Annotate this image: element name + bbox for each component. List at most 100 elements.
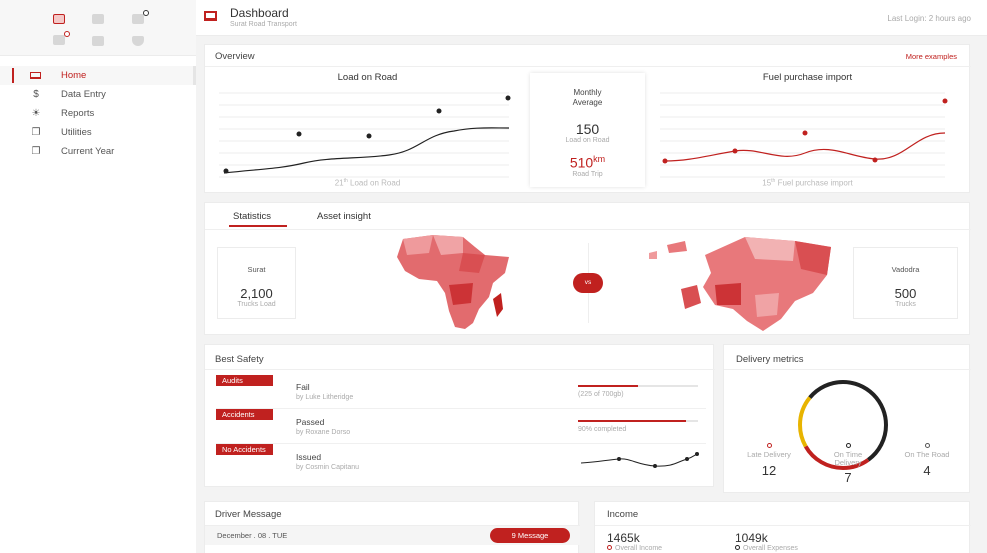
fuel-chart-caption: 15th Fuel purchase import [762, 178, 853, 188]
average-label: Average [572, 98, 603, 107]
overall-expenses-value: 1049k [735, 531, 768, 545]
status-dot-dark [845, 443, 851, 448]
status-dot-red [766, 443, 772, 448]
monthly-label: Monthly [573, 88, 602, 97]
income-title: Income [607, 509, 639, 520]
overall-income-label: Overall Income [607, 545, 662, 552]
africa-map [397, 235, 509, 329]
metric-label: Late Delivery [747, 450, 791, 459]
safety-row-title: Issued [296, 452, 322, 462]
load-value: 150 [575, 121, 600, 137]
sidebar-item-label: Utilities [61, 127, 92, 138]
statistics-panel: Statistics Asset insight Surat 2,100 Tru… [204, 202, 971, 335]
city-value: 500 [894, 286, 917, 301]
vs-badge: vs [573, 273, 603, 293]
tab-statistics[interactable]: Statistics [233, 211, 271, 222]
sidebar-item-utilities[interactable]: ❐ Utilities [0, 123, 196, 142]
metric-label: On The Road [904, 450, 950, 459]
progress-text: 90% completed [578, 426, 627, 433]
on-the-road-metric: On The Road 4 [888, 443, 966, 478]
no-accidents-tag: No Accidents [216, 444, 273, 455]
sidebar-quick-icons [0, 0, 196, 56]
city-unit: Trucks Load [237, 301, 276, 308]
on-time-delivery-metric: On Time Delivery 7 [813, 443, 883, 485]
page-subtitle: Surat Road Transport [230, 21, 297, 28]
surat-stat-card: Surat 2,100 Trucks Load [217, 247, 296, 319]
driver-message-panel: Driver Message December . 08 . TUE 9 Mes… [204, 501, 580, 553]
overview-title: Overview [215, 51, 255, 62]
copy-icon: ❐ [31, 146, 41, 157]
progress-fill [578, 420, 686, 422]
check-notification-icon[interactable] [53, 31, 70, 45]
income-panel: Income 1465k Overall Income 1049k Overal… [594, 501, 971, 553]
calendar-icon[interactable] [53, 14, 65, 24]
sidebar-nav: Home $ Data Entry ☀ Reports ❐ Utilities … [0, 66, 196, 161]
message-date: December . 08 . TUE [217, 531, 288, 540]
monthly-average-card: Monthly Average 150 Load on Road 510km R… [530, 73, 645, 187]
more-examples-link[interactable]: More examples [906, 52, 957, 61]
laptop-icon [29, 71, 41, 81]
metric-value: 4 [923, 463, 931, 478]
city-name: Surat [247, 265, 266, 274]
sidebar-item-label: Current Year [61, 146, 115, 157]
sidebar-item-home[interactable]: Home [0, 66, 196, 85]
fuel-chart-title: Fuel purchase import [762, 72, 853, 83]
progress-bar [578, 420, 698, 422]
sidebar-item-data-entry[interactable]: $ Data Entry [0, 85, 196, 104]
metric-value: 7 [844, 470, 852, 485]
top-bar: Dashboard Surat Road Transport Last Logi… [196, 0, 987, 36]
camera-icon[interactable] [92, 36, 104, 46]
page-title: Dashboard [230, 6, 289, 20]
late-delivery-metric: Late Delivery 12 [730, 443, 808, 478]
overall-income-value: 1465k [607, 531, 640, 545]
mail-notification-icon[interactable] [132, 10, 149, 24]
message-count-badge[interactable]: 9 Message [490, 528, 570, 543]
city-value: 2,100 [240, 286, 273, 301]
sidebar-item-current-year[interactable]: ❐ Current Year [0, 142, 196, 161]
load-chart-title: Load on Road [337, 72, 398, 83]
sidebar-item-label: Data Entry [61, 89, 106, 100]
safety-row-title: Fail [296, 382, 310, 392]
metric-label: On Time Delivery [833, 450, 863, 467]
overall-expenses-label: Overall Expenses [735, 545, 798, 552]
safety-row-title: Passed [296, 417, 325, 427]
sidebar-item-label: Reports [61, 108, 95, 119]
status-dot-gray [924, 443, 930, 448]
sun-icon: ☀ [31, 108, 41, 119]
best-safety-title: Best Safety [215, 354, 264, 365]
europe-map [649, 237, 831, 331]
accidents-tag: Accidents [216, 409, 273, 420]
overview-panel: Overview More examples Load on Road 21th… [204, 44, 971, 193]
progress-fill [578, 385, 638, 387]
fuel-purchase-chart [660, 92, 948, 178]
sidebar: Home $ Data Entry ☀ Reports ❐ Utilities … [0, 0, 196, 553]
city-unit: Trucks [895, 301, 916, 308]
laptop-icon [204, 11, 217, 21]
progress-text: (225 of 700gb) [578, 391, 624, 398]
city-name: Vadodra [891, 265, 920, 274]
sidebar-item-reports[interactable]: ☀ Reports [0, 104, 196, 123]
trip-value: 510km [569, 154, 606, 171]
load-on-road-chart [219, 92, 511, 178]
status-dot-red [607, 545, 612, 550]
driver-message-title: Driver Message [215, 509, 282, 520]
image-icon[interactable] [92, 14, 104, 24]
vadodra-stat-card: Vadodra 500 Trucks [853, 247, 958, 319]
trip-label: Road Trip [572, 170, 603, 178]
status-dot-dark [735, 545, 740, 550]
tab-asset-insight[interactable]: Asset insight [317, 211, 371, 222]
load-label: Load on Road [565, 137, 610, 144]
safety-row-by: by Luke Litheridge [296, 394, 354, 401]
safety-row-by: by Roxane Dorso [296, 429, 351, 436]
audits-tag: Audits [216, 375, 273, 386]
issued-sparkline [580, 452, 699, 468]
delivery-metrics-panel: Delivery metrics Late Delivery 12 On Tim… [723, 344, 971, 493]
dollar-icon: $ [33, 89, 39, 100]
shield-icon[interactable] [132, 36, 144, 46]
load-chart-caption: 21th Load on Road [334, 178, 401, 188]
progress-bar [578, 385, 698, 387]
safety-row-by: by Cosmin Capitanu [296, 464, 360, 471]
delivery-title: Delivery metrics [736, 354, 804, 365]
best-safety-panel: Best Safety Audits Fail by Luke Litherid… [204, 344, 715, 487]
metric-value: 12 [761, 463, 777, 478]
